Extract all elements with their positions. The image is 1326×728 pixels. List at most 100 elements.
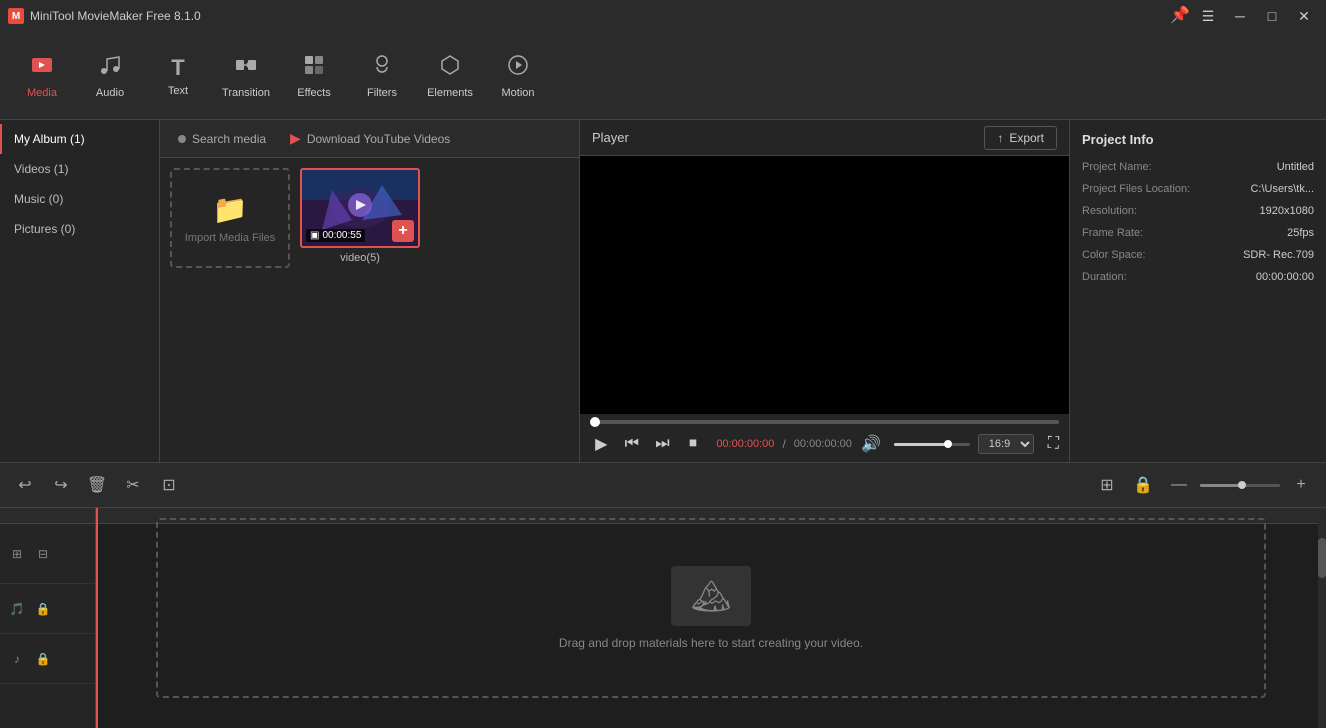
volume-bar[interactable] — [894, 443, 969, 446]
bottom-toolbar-right: ⊞ 🔒 — + — [1092, 470, 1316, 500]
export-icon: ↑ — [997, 131, 1003, 145]
seek-thumb — [590, 417, 600, 427]
menu-button[interactable]: ☰ — [1194, 5, 1222, 27]
pin-icon: 📌 — [1170, 5, 1190, 27]
play-button[interactable]: ▶ — [590, 432, 613, 456]
sidebar-item-music[interactable]: Music (0) — [0, 184, 159, 214]
app-title: MiniTool MovieMaker Free 8.1.0 — [30, 9, 201, 23]
zoom-out-button[interactable]: — — [1164, 470, 1194, 500]
framerate-value: 25fps — [1287, 227, 1314, 239]
scrollbar-thumb[interactable] — [1318, 538, 1326, 578]
audio-icon — [98, 53, 122, 83]
prev-button[interactable]: ⏮ — [621, 432, 644, 456]
project-name-row: Project Name: Untitled — [1082, 161, 1314, 173]
duration-label: Duration: — [1082, 271, 1127, 283]
stop-button[interactable]: ⏹ — [682, 432, 705, 456]
export-button[interactable]: ↑ Export — [984, 126, 1057, 150]
next-button[interactable]: ⏭ — [651, 432, 674, 456]
video-duration-badge: ▣ 00:00:55 — [306, 229, 365, 242]
video-duration: 00:00:55 — [322, 230, 361, 241]
youtube-icon: ▶ — [290, 130, 301, 147]
timeline-content: 🏔 Drag and drop materials here to start … — [96, 508, 1326, 728]
zoom-in-button[interactable]: + — [1286, 470, 1316, 500]
transition-icon — [234, 53, 258, 83]
text-icon: T — [171, 55, 184, 81]
toolbar-media[interactable]: Media — [8, 40, 76, 112]
timeline-tracks: ⊞ ⊟ 🎵 🔒 ♪ 🔒 — [0, 508, 96, 728]
aspect-ratio-select[interactable]: 16:9 4:3 1:1 — [978, 434, 1034, 454]
crop-button[interactable]: ⊡ — [154, 470, 184, 500]
resolution-row: Resolution: 1920x1080 — [1082, 205, 1314, 217]
redo-button[interactable]: ↪ — [46, 470, 76, 500]
time-separator: / — [782, 437, 785, 451]
export-label: Export — [1009, 131, 1044, 145]
paste-video-button[interactable]: ⊟ — [32, 543, 54, 565]
maximize-button[interactable]: □ — [1258, 5, 1286, 27]
youtube-download-tab[interactable]: ▶ Download YouTube Videos — [280, 126, 460, 151]
add-to-timeline-button[interactable]: + — [392, 220, 414, 242]
toolbar-elements[interactable]: Elements — [416, 40, 484, 112]
player-header: Player ↑ Export — [580, 120, 1069, 156]
elements-icon — [438, 53, 462, 83]
audio-track-icon[interactable]: 🎵 — [6, 598, 28, 620]
bottom-toolbar: ↩ ↪ 🗑 ✂ ⊡ ⊞ 🔒 — + — [0, 462, 1326, 508]
controls-row: ▶ ⏮ ⏭ ⏹ 00:00:00:00 / 00:00:00:00 🔊 16:9… — [590, 432, 1059, 456]
duration-value: 00:00:00:00 — [1256, 271, 1314, 283]
sidebar-item-videos[interactable]: Videos (1) — [0, 154, 159, 184]
drop-text: Drag and drop materials here to start cr… — [559, 636, 863, 650]
audio-lock-button[interactable]: 🔒 — [32, 598, 54, 620]
toolbar-audio[interactable]: Audio — [76, 40, 144, 112]
lock-button[interactable]: 🔒 — [1128, 470, 1158, 500]
timeline-ruler-spacer — [0, 508, 95, 524]
toolbar-filters[interactable]: Filters — [348, 40, 416, 112]
close-button[interactable]: ✕ — [1290, 5, 1318, 27]
project-files-row: Project Files Location: C:\Users\tk... — [1082, 183, 1314, 195]
bottom-toolbar-left: ↩ ↪ 🗑 ✂ ⊡ — [10, 470, 184, 500]
duration-row: Duration: 00:00:00:00 — [1082, 271, 1314, 283]
import-media-box[interactable]: 📁 Import Media Files — [170, 168, 290, 268]
media-tabs: Search media ▶ Download YouTube Videos — [160, 120, 579, 158]
filters-label: Filters — [367, 87, 397, 99]
project-info-title: Project Info — [1082, 132, 1314, 147]
sidebar-item-my-album[interactable]: My Album (1) — [0, 124, 159, 154]
zoom-bar[interactable] — [1200, 484, 1280, 487]
video-thumbnail: ▣ 00:00:55 + — [300, 168, 420, 248]
timeline-scrollbar[interactable] — [1318, 508, 1326, 728]
volume-button[interactable]: 🔊 — [860, 432, 883, 456]
toolbar-text[interactable]: T Text — [144, 40, 212, 112]
youtube-label: Download YouTube Videos — [307, 132, 450, 146]
sidebar-item-pictures[interactable]: Pictures (0) — [0, 214, 159, 244]
text-label: Text — [168, 85, 188, 97]
media-item-video[interactable]: ▣ 00:00:55 + video(5) — [300, 168, 420, 268]
fullscreen-button[interactable]: ⛶ — [1048, 435, 1059, 453]
media-label: Media — [27, 87, 57, 99]
toolbar-transition[interactable]: Transition — [212, 40, 280, 112]
project-name-value: Untitled — [1277, 161, 1314, 173]
seek-bar[interactable] — [590, 420, 1059, 424]
timeline: ⊞ ⊟ 🎵 🔒 ♪ 🔒 🏔 Drag and drop materials he… — [0, 508, 1326, 728]
toolbar-effects[interactable]: Effects — [280, 40, 348, 112]
zoom-thumb — [1238, 481, 1246, 489]
drop-zone: 🏔 Drag and drop materials here to start … — [156, 518, 1266, 698]
cut-button[interactable]: ✂ — [118, 470, 148, 500]
copy-video-button[interactable]: ⊞ — [6, 543, 28, 565]
player-title: Player — [592, 130, 629, 145]
volume-thumb — [944, 440, 952, 448]
main-content: My Album (1) Videos (1) Music (0) Pictur… — [0, 120, 1326, 462]
delete-button[interactable]: 🗑 — [82, 470, 112, 500]
transition-label: Transition — [222, 87, 270, 99]
toolbar-motion[interactable]: Motion — [484, 40, 552, 112]
music-lock-button[interactable]: 🔒 — [32, 648, 54, 670]
search-media-tab[interactable]: Search media — [168, 128, 276, 150]
framerate-label: Frame Rate: — [1082, 227, 1143, 239]
undo-button[interactable]: ↩ — [10, 470, 40, 500]
titlebar-controls: 📌 ☰ ─ □ ✕ — [1170, 5, 1318, 27]
player-video — [580, 156, 1069, 414]
video-label: video(5) — [340, 252, 380, 264]
music-icon[interactable]: ♪ — [6, 648, 28, 670]
minimize-button[interactable]: ─ — [1226, 5, 1254, 27]
fit-button[interactable]: ⊞ — [1092, 470, 1122, 500]
project-name-label: Project Name: — [1082, 161, 1152, 173]
zoom-fill — [1200, 484, 1240, 487]
volume-fill — [894, 443, 947, 446]
